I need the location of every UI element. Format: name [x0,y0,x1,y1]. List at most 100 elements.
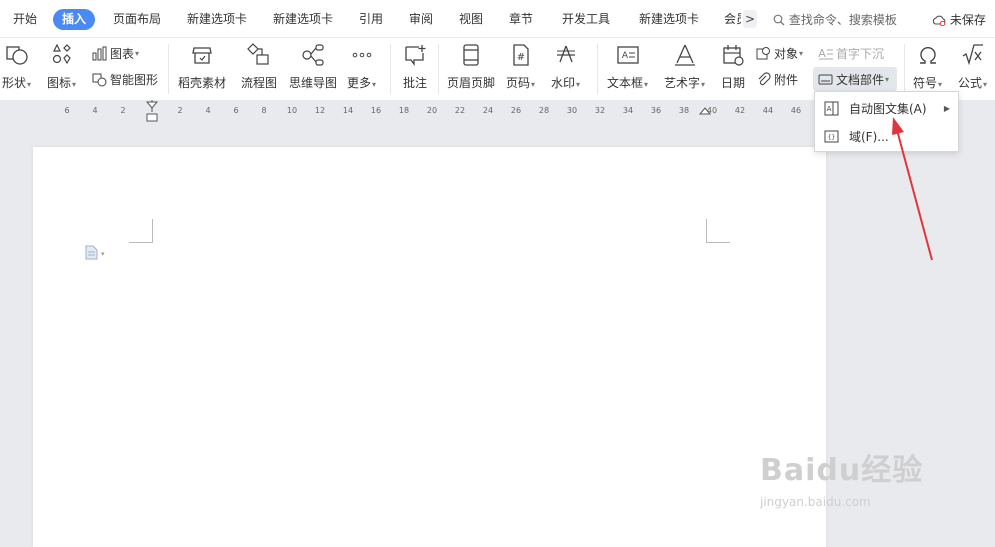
formula-label: 公式 [958,76,983,90]
doc-parts-dropdown: A 自动图文集(A) ▶ {} 域(F)... [814,91,959,152]
header-footer-icon [458,42,484,68]
ellipsis-icon [349,42,375,68]
tab-page-layout[interactable]: 页面布局 [113,9,161,30]
daoke-material-label: 稻壳素材 [178,76,227,90]
shape-label: 形状 [2,76,27,90]
ruler-tick: 42 [734,106,746,115]
menu-item-autotext-label: 自动图文集(A) [849,101,927,116]
tab-member[interactable]: 会员 [724,9,741,30]
ribbon-separator [597,44,598,94]
flowchart-icon [246,42,272,68]
drop-cap-icon: A [817,46,833,62]
ruler-tick: 8 [261,106,267,115]
ruler-tick: 34 [622,106,634,115]
drop-cap-label: 首字下沉 [836,47,885,61]
store-icon [189,42,215,68]
search-placeholder: 查找命令、搜索模板 [788,13,897,27]
tab-insert[interactable]: 插入 [53,9,96,30]
watermark-icon [553,42,579,68]
object-button[interactable]: 对象 ▾ [755,45,803,62]
attachment-button[interactable]: 附件 [755,71,798,88]
mindmap-button[interactable]: 思维导图 [289,42,337,91]
watermark-sub-text: jingyan.baidu.com [760,495,871,509]
ruler-tick: 26 [510,106,522,115]
attachment-label: 附件 [774,73,799,87]
svg-text:A: A [818,47,826,60]
chart-button[interactable]: 图表 ▾ [91,45,139,62]
ruler-tick: 24 [482,106,494,115]
formula-icon [960,42,986,68]
doc-parts-label: 文档部件 [836,73,885,87]
menu-item-autotext[interactable]: A 自动图文集(A) ▶ [815,94,958,122]
icon-library-label: 图标 [47,76,72,90]
ruler-tick: 36 [650,106,662,115]
drop-cap-button[interactable]: A 首字下沉 [817,45,884,62]
formula-button[interactable]: 公式▾ [958,42,987,91]
margin-corner-top-right [706,219,730,243]
field-icon: {} [823,128,839,144]
ribbon-separator [438,44,439,94]
tab-references[interactable]: 引用 [359,9,383,30]
ruler-tick: 40 [706,106,718,115]
tab-developer[interactable]: 开发工具 [562,9,610,30]
comment-icon [402,42,428,68]
tab-new-1[interactable]: 新建选项卡 [187,9,247,30]
header-footer-button[interactable]: 页眉页脚 [447,42,495,91]
page-number-button[interactable]: # 页码▾ [506,42,535,91]
submenu-arrow-icon: ▶ [943,103,950,113]
more-label: 更多 [347,76,372,90]
daoke-material-button[interactable]: 稻壳素材 [178,42,226,91]
menu-item-field[interactable]: {} 域(F)... [815,122,958,150]
chevron-down-icon: ▾ [101,250,105,258]
tab-home[interactable]: 开始 [13,9,37,30]
smart-shape-label: 智能图形 [110,73,159,87]
document-icon [85,245,98,263]
ruler-tick: 6 [233,106,239,115]
paperclip-icon [755,72,771,88]
svg-text:A: A [826,105,831,113]
ruler-tick: 44 [762,106,774,115]
watermark-label: 水印 [551,76,576,90]
textbox-button[interactable]: A 文本框▾ [607,42,648,91]
tab-new-3[interactable]: 新建选项卡 [639,9,699,30]
calendar-icon [720,42,746,68]
ribbon-separator [168,44,169,94]
smart-shape-button[interactable]: 智能图形 [91,71,158,88]
shape-icon [4,42,30,68]
comment-button[interactable]: 批注 [402,42,428,91]
more-button[interactable]: 更多▾ [347,42,376,91]
object-label: 对象 [774,47,799,61]
ruler-tick: 16 [370,106,382,115]
ruler-tick: 2 [120,106,126,115]
search-command[interactable]: 查找命令、搜索模板 [773,11,897,29]
tab-more-button[interactable]: > [743,10,757,28]
save-status[interactable]: 未保存 [932,11,986,29]
shape-button[interactable]: 形状▾ [2,42,31,91]
page-number-label: 页码 [506,76,531,90]
ruler-tick: 46 [790,106,802,115]
date-button[interactable]: 日期 [720,42,746,91]
doc-parts-button[interactable]: 文档部件 ▾ [817,71,889,88]
wordart-label: 艺术字 [664,76,701,90]
tab-view[interactable]: 视图 [459,9,483,30]
tab-sections[interactable]: 章节 [509,9,533,30]
object-icon [755,46,771,62]
document-page[interactable]: ▾ [33,147,826,547]
flowchart-label: 流程图 [241,76,278,90]
comment-label: 批注 [402,76,427,90]
ruler-tick: 14 [342,106,354,115]
ruler-tick: 20 [426,106,438,115]
ribbon-separator [904,44,905,94]
symbol-button[interactable]: 符号▾ [913,42,942,91]
ruler-tick: 6 [64,106,70,115]
search-icon [773,13,789,27]
icon-library-button[interactable]: 图标▾ [47,42,76,91]
ribbon-separator [390,44,391,94]
tab-new-2[interactable]: 新建选项卡 [273,9,333,30]
tab-review[interactable]: 审阅 [409,9,433,30]
wordart-button[interactable]: 艺术字▾ [664,42,705,91]
svg-text:{}: {} [827,134,834,141]
flowchart-button[interactable]: 流程图 [241,42,277,91]
paragraph-options[interactable]: ▾ [85,245,105,263]
watermark-button[interactable]: 水印▾ [551,42,580,91]
